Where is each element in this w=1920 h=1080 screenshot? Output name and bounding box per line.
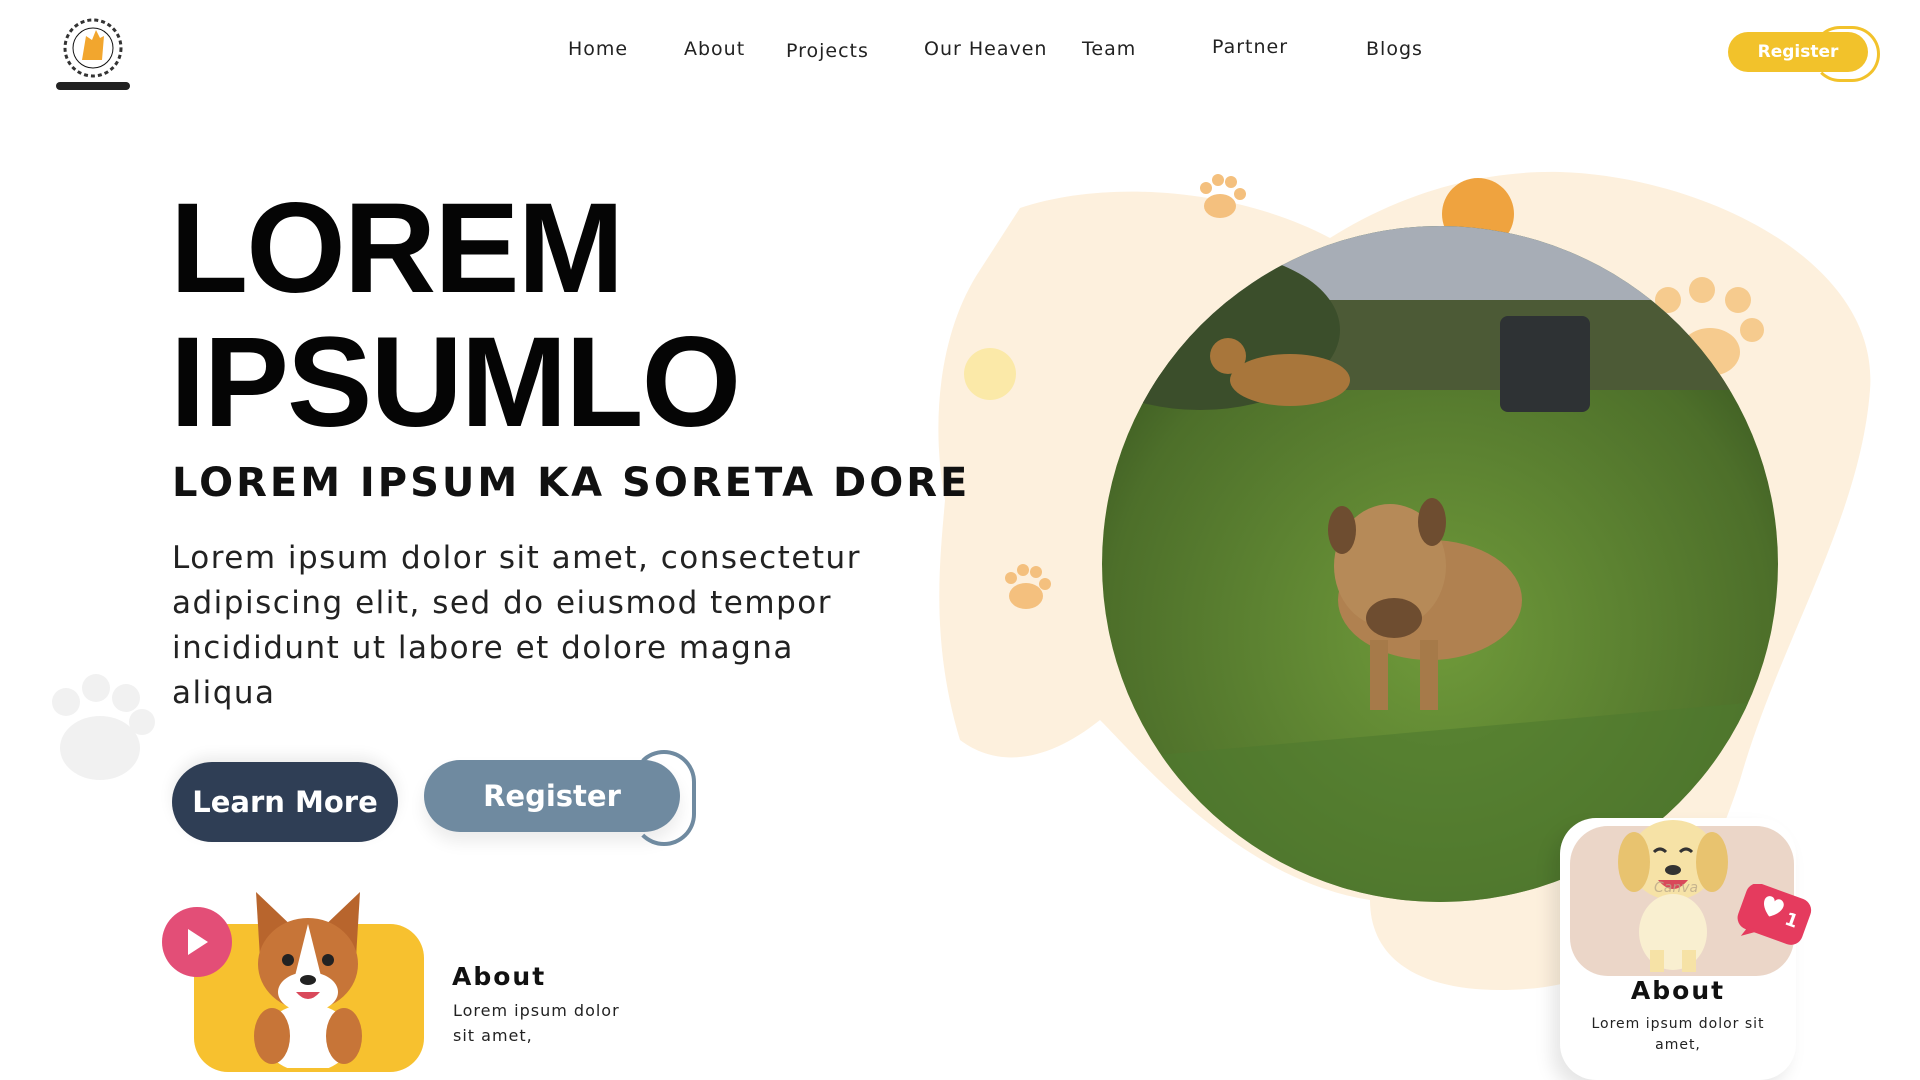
card-right-title: About	[1630, 976, 1726, 1005]
hero-register-button[interactable]: Register	[424, 760, 680, 832]
play-icon	[188, 929, 208, 955]
card-right-text: Lorem ipsum dolor sit amet,	[1591, 1016, 1765, 1053]
yellow-dot	[964, 348, 1016, 400]
card-left-text: Lorem ipsum dolor sit amet,	[453, 1001, 620, 1045]
nav-item-blogs[interactable]: Blogs	[1366, 38, 1423, 60]
hero-title-line1: LOREM	[170, 177, 624, 320]
nav-item-home[interactable]: Home	[568, 38, 628, 60]
nav-item-team[interactable]: Team	[1082, 38, 1136, 60]
card-left-title: About	[452, 962, 547, 991]
play-button[interactable]	[162, 907, 232, 977]
hero-title: LOREM IPSUMLO	[170, 182, 870, 450]
hero-subtitle: LOREM IPSUM KA SORETA DORE	[172, 460, 971, 506]
corgi-illustration	[254, 892, 362, 1068]
learn-more-button[interactable]: Learn More	[172, 762, 398, 842]
hero-body: Lorem ipsum dolor sit amet, consectetur …	[172, 540, 861, 711]
hero-title-line2: IPSUMLO	[170, 311, 741, 454]
nav-item-our-heaven[interactable]: Our Heaven	[924, 38, 1047, 60]
header-register-button[interactable]: Register	[1728, 32, 1868, 72]
nav-item-partner[interactable]: Partner	[1212, 36, 1288, 58]
main-nav: Home About Projects Our Heaven Team Part…	[0, 36, 1920, 66]
golden-dog-illustration: Canva	[1618, 820, 1728, 972]
landing-page: Home About Projects Our Heaven Team Part…	[0, 0, 1920, 1080]
paw-icon	[52, 674, 155, 780]
nav-item-about[interactable]: About	[684, 38, 745, 60]
image-watermark: Canva	[1654, 880, 1698, 896]
nav-item-projects[interactable]: Projects	[786, 40, 869, 62]
